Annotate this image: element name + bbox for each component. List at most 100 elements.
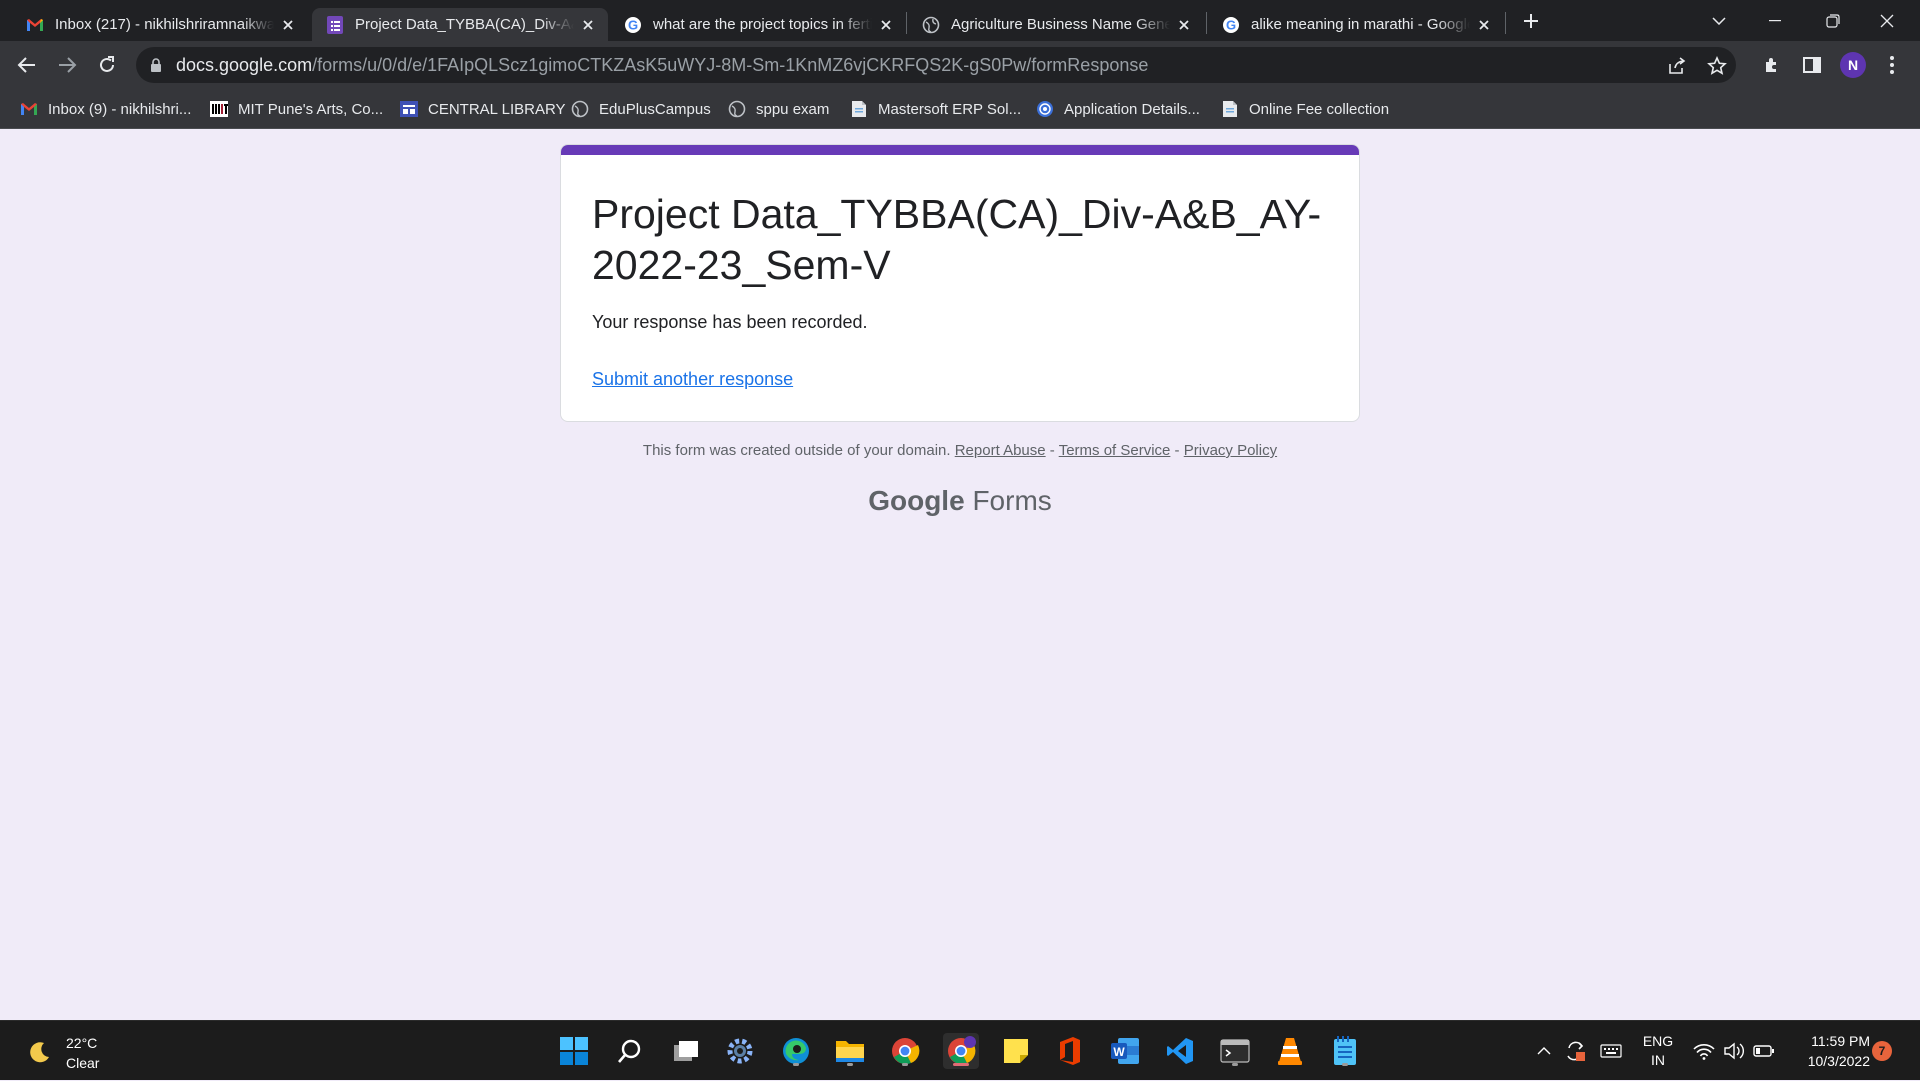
vlc-icon (1278, 1038, 1302, 1065)
footer-separator: - (1170, 442, 1184, 459)
active-indicator (953, 1063, 969, 1066)
privacy-policy-link[interactable]: Privacy Policy (1184, 442, 1277, 459)
bookmark-label: CENTRAL LIBRARY (428, 100, 566, 118)
close-icon[interactable] (278, 15, 298, 35)
running-indicator (793, 1063, 799, 1066)
globe-icon (728, 100, 746, 118)
close-icon[interactable] (1174, 15, 1194, 35)
bookmarks-bar: Inbox (9) - nikhilshri... MIT Pune's Art… (0, 89, 1920, 129)
bookmark-label: EduPlusCampus (599, 100, 711, 118)
extensions-icon[interactable] (1760, 53, 1784, 77)
more-menu-icon[interactable] (1880, 53, 1904, 77)
taskbar-vscode[interactable] (1162, 1033, 1198, 1069)
lock-icon[interactable] (150, 58, 162, 72)
weather-widget[interactable]: 22°C Clear (26, 1033, 99, 1073)
tab-alike-meaning[interactable]: G alike meaning in marathi - Google Sear… (1208, 8, 1504, 41)
minimize-icon (1769, 19, 1781, 21)
back-button[interactable] (12, 50, 42, 80)
side-panel-icon[interactable] (1800, 53, 1824, 77)
taskbar-terminal[interactable] (1217, 1033, 1253, 1069)
system-clock[interactable]: 11:59 PM 10/3/2022 (1788, 1031, 1870, 1071)
bookmark-application-details[interactable]: Application Details... (1036, 89, 1200, 129)
bookmark-star-icon[interactable] (1706, 55, 1728, 77)
notification-badge[interactable]: 7 (1872, 1041, 1892, 1061)
tab-divider (906, 12, 907, 34)
show-hidden-icons[interactable] (1532, 1021, 1556, 1081)
battery-icon[interactable] (1750, 1021, 1778, 1081)
taskbar-settings[interactable] (722, 1033, 758, 1069)
bookmark-online-fee[interactable]: Online Fee collection (1221, 89, 1389, 129)
bookmark-edupluscampus[interactable]: EduPlusCampus (571, 89, 711, 129)
close-icon (1880, 14, 1894, 27)
tab-gmail[interactable]: Inbox (217) - nikhilshriramnaikwade@gmai… (12, 8, 308, 41)
profile-avatar[interactable]: N (1840, 52, 1866, 78)
tab-agriculture-name[interactable]: Agriculture Business Name Generator (908, 8, 1204, 41)
running-indicator (902, 1063, 908, 1066)
bookmark-central-library[interactable]: CENTRAL LIBRARY (400, 89, 566, 129)
tab-search-button[interactable] (1696, 0, 1742, 41)
chrome-icon (948, 1036, 976, 1065)
onedrive-sync-icon[interactable] (1560, 1021, 1590, 1081)
share-icon[interactable] (1666, 55, 1688, 77)
start-button[interactable] (556, 1033, 592, 1069)
moon-icon (30, 1042, 49, 1063)
taskbar-search-button[interactable] (612, 1033, 648, 1069)
taskbar-file-explorer[interactable] (832, 1033, 868, 1069)
clock-date: 10/3/2022 (1807, 1053, 1870, 1069)
taskbar-word[interactable]: W (1107, 1033, 1143, 1069)
close-icon[interactable] (876, 15, 896, 35)
page-icon (850, 100, 868, 118)
notepad-icon (1334, 1036, 1356, 1065)
taskbar-office[interactable] (1052, 1033, 1088, 1069)
taskbar-vlc[interactable] (1272, 1033, 1308, 1069)
office-icon (1060, 1037, 1080, 1065)
submit-another-response-link[interactable]: Submit another response (592, 369, 793, 390)
clock-time: 11:59 PM (1811, 1033, 1870, 1049)
arrow-left-icon (17, 57, 35, 73)
tab-title: Inbox (217) - nikhilshriramnaikwade@gmai… (55, 16, 274, 33)
taskbar-chrome[interactable] (887, 1033, 923, 1069)
bookmark-label: MIT Pune's Arts, Co... (238, 100, 384, 118)
google-icon: G (624, 16, 642, 34)
bookmark-inbox[interactable]: Inbox (9) - nikhilshri... (20, 89, 191, 129)
new-tab-button[interactable] (1509, 0, 1553, 41)
minimize-button[interactable] (1752, 0, 1798, 41)
bookmark-mit-pune[interactable]: MIT Pune's Arts, Co... (210, 89, 383, 129)
tab-search-fertilizer[interactable]: G what are the project topics in fertili… (610, 8, 906, 41)
tab-title: what are the project topics in fertilize… (653, 16, 872, 33)
taskbar-chrome-profile[interactable] (943, 1033, 979, 1069)
bookmark-mastersoft[interactable]: Mastersoft ERP Sol... (850, 89, 1021, 129)
taskbar-edge[interactable] (778, 1033, 814, 1069)
close-icon[interactable] (1474, 15, 1494, 35)
tab-divider (1505, 12, 1506, 34)
running-indicator (1232, 1063, 1238, 1066)
tab-project-data[interactable]: Project Data_TYBBA(CA)_Div-A&B_AY-2022-2… (312, 8, 608, 41)
reload-icon (100, 56, 114, 72)
taskbar-sticky-notes[interactable] (998, 1033, 1034, 1069)
bookmark-label: Mastersoft ERP Sol... (878, 100, 1022, 118)
bookmark-sppu-exam[interactable]: sppu exam (728, 89, 829, 129)
bookmark-label: Inbox (9) - nikhilshri... (48, 100, 192, 118)
forward-button[interactable] (52, 50, 82, 80)
keyboard-icon[interactable] (1596, 1021, 1626, 1081)
sticky-note-icon (1004, 1039, 1028, 1063)
taskbar-notepad[interactable] (1327, 1033, 1363, 1069)
running-indicator (1342, 1063, 1348, 1066)
gear-icon (727, 1038, 753, 1064)
globe-icon (922, 16, 940, 34)
language-indicator[interactable]: ENG IN (1636, 1021, 1680, 1081)
reload-button[interactable] (92, 50, 122, 80)
wifi-icon[interactable] (1690, 1021, 1718, 1081)
terms-of-service-link[interactable]: Terms of Service (1059, 442, 1171, 459)
bookmark-label: Online Fee collection (1249, 100, 1390, 118)
close-window-button[interactable] (1864, 0, 1910, 41)
bookmark-label: sppu exam (756, 100, 830, 118)
address-bar[interactable]: docs.google.com/forms/u/0/d/e/1FAIpQLScz… (136, 47, 1736, 83)
report-abuse-link[interactable]: Report Abuse (955, 442, 1046, 459)
task-view-button[interactable] (668, 1033, 704, 1069)
google-forms-logo[interactable]: Google Forms (560, 485, 1360, 517)
restore-button[interactable] (1810, 0, 1856, 41)
close-icon[interactable] (578, 15, 598, 35)
volume-icon[interactable] (1720, 1021, 1748, 1081)
windows-taskbar: 22°C Clear W ENG IN 11:59 PM 10/3/2022 7 (0, 1020, 1920, 1080)
